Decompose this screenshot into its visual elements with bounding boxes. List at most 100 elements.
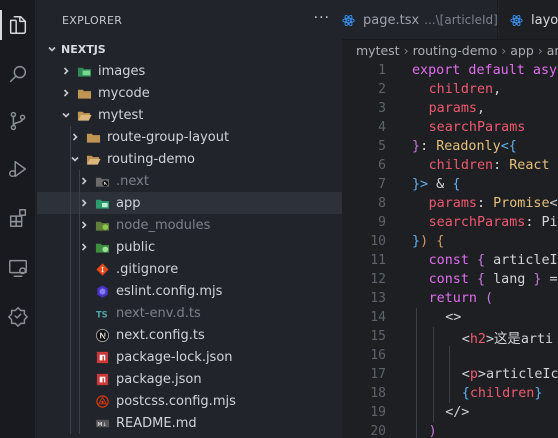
indent-guide: [449, 346, 451, 403]
breadcrumb: mytest › routing-demo › app › ar: [342, 40, 558, 60]
line-number: 13: [370, 291, 386, 306]
extensions-icon[interactable]: [0, 199, 36, 237]
indent-guide: [70, 236, 71, 258]
react-icon: [342, 13, 355, 27]
tree-item-label: route-group-layout: [107, 129, 230, 145]
tree-item[interactable]: eslint.config.mjs: [37, 280, 342, 302]
tab-page-tsx[interactable]: page.tsx ...\[articleId]: [342, 0, 498, 39]
explorer-icon[interactable]: [0, 6, 36, 44]
chevron-right-icon: ›: [501, 42, 507, 58]
tree-item[interactable]: route-group-layout: [37, 126, 342, 148]
remote-explorer-icon[interactable]: [0, 249, 36, 287]
tree-item[interactable]: .next: [37, 170, 342, 192]
code-line: 13 return (: [342, 289, 558, 308]
code-text: <p>articleIc: [461, 367, 558, 382]
line-number: 19: [370, 405, 386, 420]
typescript-icon: TS: [94, 305, 110, 321]
line-number: 1: [378, 63, 386, 78]
tree-item-label: .next: [116, 173, 149, 189]
indent-guide: [70, 368, 71, 390]
code-text: export default asy: [412, 63, 558, 78]
folder-open-icon: [85, 151, 101, 167]
code-line: 11 const { articleI: [342, 251, 558, 270]
git-icon: [94, 261, 110, 277]
more-actions-icon[interactable]: ···: [314, 10, 330, 26]
breadcrumb-item[interactable]: ar: [547, 43, 558, 58]
tree-item[interactable]: public: [37, 236, 342, 258]
images-folder-icon: [76, 63, 92, 79]
line-number: 12: [370, 272, 386, 287]
source-control-icon[interactable]: [0, 102, 36, 140]
code-line: 20): [342, 422, 558, 438]
tree-item[interactable]: TS next-env.d.ts: [37, 302, 342, 324]
line-number: 14: [370, 310, 386, 325]
breadcrumb-item[interactable]: app: [510, 43, 534, 58]
line-number: 18: [370, 386, 386, 401]
code-line: 7}> & {: [342, 175, 558, 194]
tree-item-label: app: [116, 195, 141, 211]
search-icon[interactable]: [0, 55, 36, 93]
breadcrumb-item[interactable]: mytest: [356, 43, 400, 58]
indent-guide: [79, 214, 80, 236]
chevron-right-icon: [59, 66, 73, 76]
code-text: }: Readonly<{: [412, 139, 517, 154]
public-folder-icon: [94, 239, 110, 255]
tree-item-label: package-lock.json: [116, 349, 233, 365]
run-debug-icon[interactable]: [0, 150, 36, 188]
code-line: 3 params,: [342, 99, 558, 118]
tree-item-label: next-env.d.ts: [116, 305, 201, 321]
code-text: {children}: [461, 386, 543, 401]
tree-item-label: next.config.ts: [116, 327, 205, 343]
line-number: 11: [370, 253, 386, 268]
code-text: children: React: [428, 158, 550, 173]
tree-item-label: images: [98, 63, 146, 79]
code-text: return (: [428, 291, 494, 306]
code-text: params: Promise<: [428, 196, 558, 211]
tree-item[interactable]: routing-demo: [37, 148, 342, 170]
nextjs-icon: [94, 327, 110, 343]
tab-label: layout.tsx: [531, 12, 558, 28]
code-line: 2 children,: [342, 80, 558, 99]
indent-guide: [79, 390, 80, 412]
postcss-icon: [94, 393, 110, 409]
folder-icon: [76, 85, 92, 101]
indent-guide: [79, 324, 80, 346]
tree-item[interactable]: node_modules: [37, 214, 342, 236]
accounts-icon[interactable]: [0, 297, 36, 335]
code-line: 10}) {: [342, 232, 558, 251]
tree-item[interactable]: package-lock.json: [37, 346, 342, 368]
tree-item[interactable]: mycode: [37, 82, 342, 104]
indent-guide: [79, 302, 80, 324]
tree-item[interactable]: package.json: [37, 368, 342, 390]
npm-icon: [94, 349, 110, 365]
breadcrumb-item[interactable]: routing-demo: [413, 43, 498, 58]
code-line: 6 children: React: [342, 156, 558, 175]
explorer-title: EXPLORER: [62, 13, 123, 27]
line-number: 5: [378, 139, 386, 154]
tree-item[interactable]: .gitignore: [37, 258, 342, 280]
indent-guide: [70, 126, 71, 148]
line-number: 4: [378, 120, 386, 135]
code-editor[interactable]: 1 export default asy 2 children, 3 params, 4 se…: [342, 60, 558, 438]
tree-item[interactable]: postcss.config.mjs: [37, 390, 342, 412]
indent-guide: [70, 170, 71, 192]
indent-guide: [79, 192, 80, 214]
chevron-down-icon: [45, 44, 59, 54]
code-text: ): [428, 424, 437, 438]
tree-item[interactable]: next.config.ts: [37, 324, 342, 346]
workspace-section-header[interactable]: NEXTJS: [37, 40, 342, 58]
tree-item[interactable]: mytest: [37, 104, 342, 126]
tab-description: ...\[articleId]: [424, 13, 498, 27]
line-number: 16: [370, 348, 386, 363]
code-text: children,: [428, 82, 502, 97]
tree-item[interactable]: app: [37, 192, 342, 214]
tree-item[interactable]: images: [37, 60, 342, 82]
tab-label: page.tsx: [363, 12, 420, 28]
tree-item-label: mycode: [98, 85, 150, 101]
tree-item[interactable]: M↓ README.md: [37, 412, 342, 434]
indent-guide: [70, 280, 71, 302]
code-line: 9 searchParams: Pi: [342, 213, 558, 232]
workspace-name: NEXTJS: [61, 42, 106, 56]
code-line: 1 export default asy: [342, 61, 558, 80]
tab-layout-tsx[interactable]: layout.tsx: [499, 0, 558, 39]
